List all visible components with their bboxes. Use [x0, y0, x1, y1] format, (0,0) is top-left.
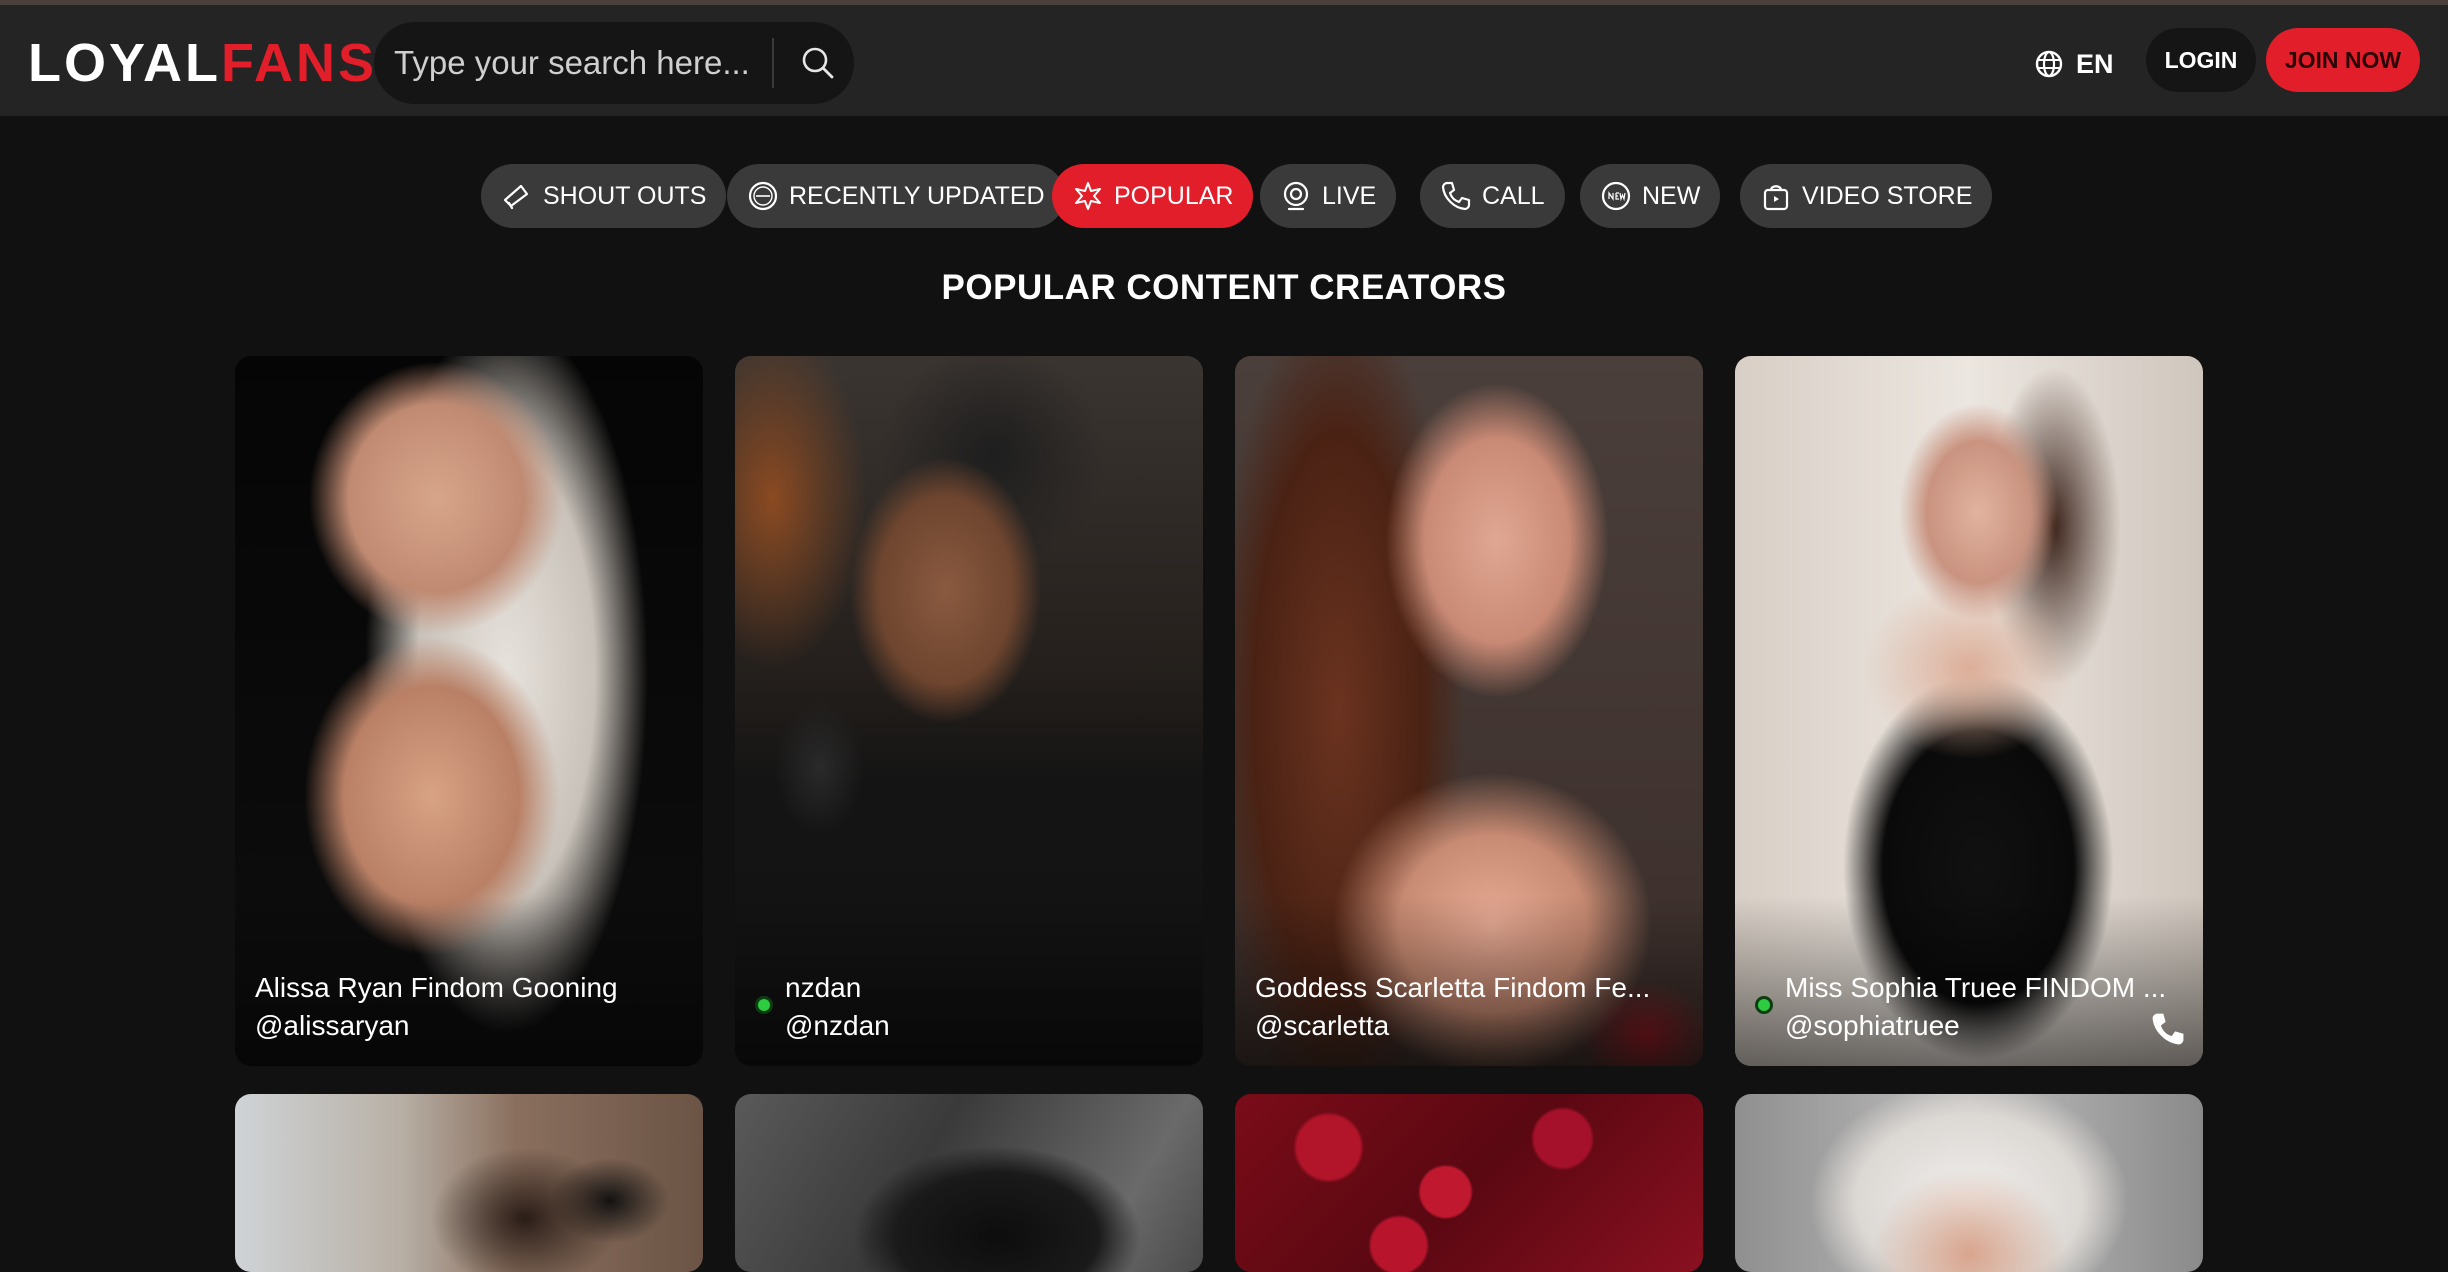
creator-name: nzdan: [785, 972, 862, 1003]
join-now-button[interactable]: JOIN NOW: [2266, 28, 2420, 92]
creator-card[interactable]: [1235, 1094, 1703, 1272]
creator-name: Goddess Scarletta Findom Fe...: [1255, 972, 1651, 1003]
language-selector[interactable]: EN: [2034, 41, 2114, 87]
online-status-dot: [755, 996, 773, 1014]
tab-recently-updated[interactable]: RECENTLY UPDATED: [727, 164, 1065, 228]
login-button[interactable]: LOGIN: [2146, 28, 2256, 92]
search-icon: [802, 47, 834, 79]
category-tabs: SHOUT OUTS RECENTLY UPDATED POPULAR LIVE…: [0, 164, 2448, 228]
creator-photo: [1235, 1094, 1703, 1272]
search-divider: [772, 38, 774, 88]
creator-card[interactable]: [735, 1094, 1203, 1272]
search-button[interactable]: [782, 22, 854, 104]
popular-burst-icon: [1075, 182, 1101, 210]
creator-grid: Alissa Ryan Findom Gooning @alissaryan n…: [235, 356, 2203, 1272]
globe-icon: [2035, 50, 2063, 78]
creator-card[interactable]: nzdan @nzdan: [735, 356, 1203, 1066]
tab-new[interactable]: NEW: [1580, 164, 1721, 228]
creator-name: Miss Sophia Truee FINDOM ...: [1785, 972, 2167, 1003]
creator-handle: @nzdan: [785, 1010, 890, 1041]
search-input[interactable]: [394, 22, 774, 104]
creator-handle: @alissaryan: [255, 1010, 410, 1041]
tab-popular[interactable]: POPULAR: [1052, 164, 1254, 228]
webcam-icon: [1283, 181, 1309, 211]
updated-badge-icon: [748, 181, 778, 211]
creator-card[interactable]: Miss Sophia Truee FINDOM ... @sophiatrue…: [1735, 356, 2203, 1066]
section-title: POPULAR CONTENT CREATORS: [941, 268, 1507, 307]
creator-card[interactable]: Goddess Scarletta Findom Fe... @scarlett…: [1235, 356, 1703, 1066]
creator-card[interactable]: [235, 1094, 703, 1272]
tab-shout-outs[interactable]: SHOUT OUTS: [481, 164, 727, 228]
top-navigation-bar: LOYALFANS EN LOGIN JOIN NOW: [0, 5, 2448, 116]
megaphone-icon: [503, 184, 529, 210]
online-status-dot: [1755, 996, 1773, 1014]
phone-icon: [1441, 181, 1471, 211]
new-badge-icon: [1601, 181, 1631, 211]
search-bar: [374, 22, 854, 104]
call-available-icon[interactable]: [2149, 1010, 2187, 1048]
creator-card[interactable]: Alissa Ryan Findom Gooning @alissaryan: [235, 356, 703, 1066]
creator-name: Alissa Ryan Findom Gooning: [255, 972, 618, 1003]
creator-photo: [735, 1094, 1203, 1272]
creator-photo: [1735, 1094, 2203, 1272]
loyalfans-logo[interactable]: LOYAL FANS: [28, 33, 377, 93]
creator-handle: @scarletta: [1255, 1010, 1390, 1041]
shopping-bag-icon: [1763, 185, 1789, 211]
creator-handle: @sophiatruee: [1785, 1010, 1960, 1041]
tab-live[interactable]: LIVE: [1260, 164, 1397, 228]
creator-card[interactable]: [1735, 1094, 2203, 1272]
tab-call[interactable]: CALL: [1420, 164, 1565, 228]
creator-photo: [235, 1094, 703, 1272]
language-code: EN: [2076, 48, 2114, 79]
tab-video-store[interactable]: VIDEO STORE: [1740, 164, 1993, 228]
